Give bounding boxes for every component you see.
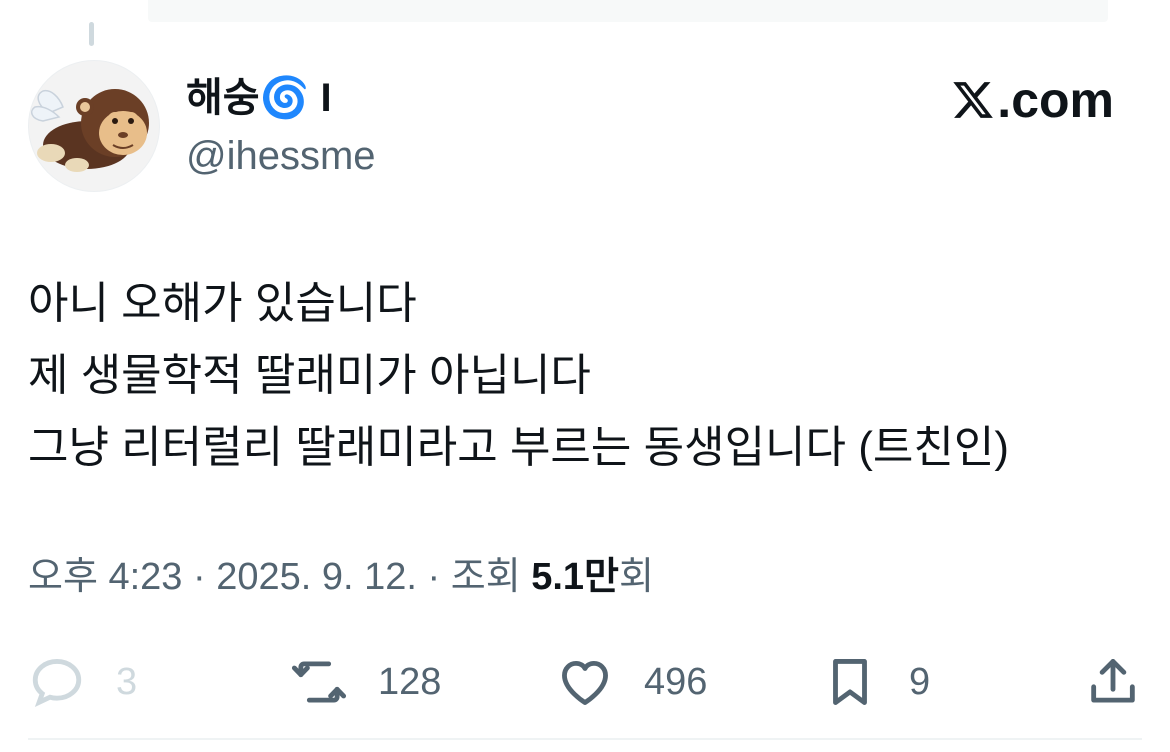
tweet-text-line: 제 생물학적 딸래미가 아닙니다: [28, 351, 591, 400]
reply-count: 3: [116, 661, 138, 703]
heart-icon: [562, 660, 608, 705]
tweet-actions-bar: 3 128 496 9: [28, 650, 1142, 714]
reply-button[interactable]: 3: [28, 650, 137, 714]
retweet-icon: [291, 661, 347, 703]
meta-separator: ·: [182, 556, 217, 598]
x-logo-icon: [953, 82, 994, 118]
share-button[interactable]: [1084, 650, 1142, 714]
like-count: 496: [644, 661, 708, 703]
retweet-count: 128: [378, 661, 442, 703]
author-display-name[interactable]: 해숭🌀 I: [186, 72, 376, 124]
tweet-text-line: 아니 오해가 있습니다: [28, 279, 417, 328]
avatar[interactable]: [28, 60, 160, 192]
views-prefix: 조회: [450, 556, 532, 598]
previous-tweet-strip: [148, 0, 1108, 22]
views-suffix: 회: [619, 556, 654, 598]
tweet-metadata: 오후 4:23 · 2025. 9. 12. · 조회 5.1만회: [28, 552, 654, 602]
bookmark-count: 9: [909, 661, 931, 703]
thread-connector-line: [89, 22, 94, 46]
x-com-brand: .com: [951, 74, 1114, 126]
bookmark-icon: [833, 659, 867, 705]
author-block[interactable]: 해숭🌀 I @ihessme: [186, 72, 376, 182]
meta-separator: ·: [416, 556, 451, 598]
retweet-button[interactable]: 128: [290, 650, 441, 714]
bookmark-button[interactable]: 9: [821, 650, 930, 714]
tweet-text-line: 그냥 리터럴리 딸래미라고 부르는 동생입니다 (트친인): [28, 423, 1009, 472]
brand-domain-label: .com: [997, 72, 1114, 128]
tweet-text: 아니 오해가 있습니다 제 생물학적 딸래미가 아닙니다 그냥 리터럴리 딸래미…: [28, 268, 1138, 484]
like-button[interactable]: 496: [556, 650, 707, 714]
author-handle[interactable]: @ihessme: [186, 130, 376, 182]
share-icon: [1091, 659, 1135, 703]
tweet-date[interactable]: 2025. 9. 12.: [216, 556, 417, 598]
reply-icon: [32, 659, 82, 707]
monkey-plush-avatar-icon: [30, 89, 149, 172]
divider: [28, 738, 1142, 740]
tweet-time[interactable]: 오후 4:23: [28, 556, 182, 598]
views-count: 5.1만: [531, 556, 620, 598]
